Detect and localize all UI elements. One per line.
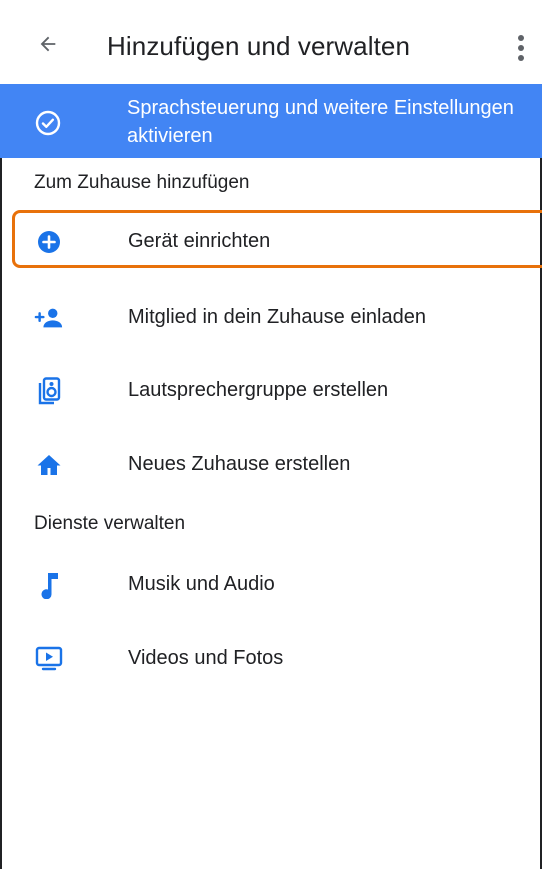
- speaker-group-icon: [34, 376, 64, 406]
- add-person-icon: [34, 303, 64, 333]
- speaker-group-item[interactable]: Lautsprechergruppe erstellen: [0, 361, 542, 421]
- setup-device-label: Gerät einrichten: [128, 230, 271, 252]
- videos-photos-item[interactable]: Videos und Fotos: [0, 629, 542, 689]
- music-audio-item[interactable]: Musik und Audio: [0, 555, 542, 615]
- back-button[interactable]: [30, 26, 66, 62]
- new-home-item[interactable]: Neues Zuhause erstellen: [0, 435, 542, 495]
- app-bar: Hinzufügen und verwalten: [0, 0, 542, 84]
- invite-member-label: Mitglied in dein Zuhause einladen: [128, 306, 426, 328]
- section-header-manage: Dienste verwalten: [34, 513, 186, 534]
- speaker-group-label: Lautsprechergruppe erstellen: [128, 379, 389, 401]
- page-title: Hinzufügen und verwalten: [107, 31, 411, 61]
- more-vert-icon: [518, 35, 524, 61]
- music-note-icon: [34, 570, 64, 600]
- arrow-back-icon: [40, 36, 56, 52]
- home-icon: [34, 450, 64, 480]
- voice-settings-banner[interactable]: Sprachsteuerung und weitere Einstellunge…: [0, 84, 542, 158]
- music-audio-label: Musik und Audio: [128, 573, 275, 595]
- check-circle-icon: [35, 110, 61, 136]
- videos-photos-label: Videos und Fotos: [128, 647, 284, 669]
- section-header-add: Zum Zuhause hinzufügen: [34, 172, 250, 193]
- invite-member-item[interactable]: Mitglied in dein Zuhause einladen: [0, 288, 542, 348]
- video-play-icon: [34, 644, 64, 674]
- more-options-button[interactable]: [506, 30, 536, 66]
- add-circle-icon: [34, 227, 64, 257]
- setup-device-item[interactable]: Gerät einrichten: [0, 212, 542, 272]
- new-home-label: Neues Zuhause erstellen: [128, 453, 351, 475]
- banner-text: Sprachsteuerung und weitere Einstellunge…: [127, 97, 514, 147]
